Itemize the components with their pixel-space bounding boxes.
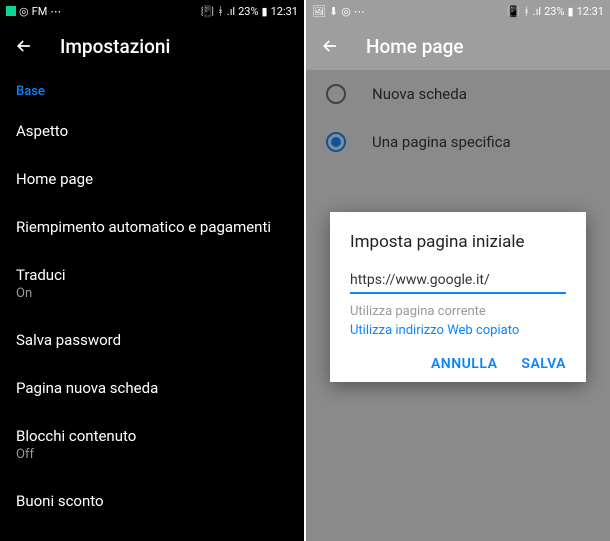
item-nuova-scheda[interactable]: Pagina nuova scheda bbox=[0, 364, 304, 412]
clock: 12:31 bbox=[577, 5, 604, 18]
clock: 12:31 bbox=[271, 5, 298, 18]
battery-pct: 23% bbox=[544, 5, 564, 18]
signal-icon: .ıl bbox=[227, 5, 235, 18]
fm-label: FM bbox=[32, 5, 48, 18]
bt-icon: ᚼ bbox=[523, 5, 530, 18]
cancel-button[interactable]: ANNULLA bbox=[431, 356, 497, 372]
bt-icon: ᚼ bbox=[217, 5, 224, 18]
signal-icon: .ıl bbox=[533, 5, 541, 18]
back-button[interactable] bbox=[318, 34, 342, 58]
homepage-url-input[interactable] bbox=[350, 268, 566, 294]
battery-icon: ▮ bbox=[568, 5, 574, 18]
more-dots: ⋯ bbox=[354, 5, 365, 18]
back-button[interactable] bbox=[12, 34, 36, 58]
use-copied-url[interactable]: Utilizza indirizzo Web copiato bbox=[350, 323, 566, 338]
battery-pct: 23% bbox=[238, 5, 258, 18]
app-bar: Home page bbox=[306, 22, 610, 70]
page-title: Home page bbox=[366, 35, 464, 58]
image-icon: 🖼 bbox=[312, 5, 326, 18]
item-autofill[interactable]: Riempimento automatico e pagamenti bbox=[0, 203, 304, 251]
more-dots: ⋯ bbox=[50, 5, 61, 18]
battery-icon: ▮ bbox=[262, 5, 268, 18]
item-classificazione[interactable]: Classificazione notizie bbox=[0, 525, 304, 541]
item-home-page[interactable]: Home page bbox=[0, 155, 304, 203]
item-aspetto[interactable]: Aspetto bbox=[0, 107, 304, 155]
screen-settings: ◎ FM ⋯ 📳 ᚼ .ıl 23% ▮ 12:31 Impostazioni … bbox=[0, 0, 304, 541]
use-current-page[interactable]: Utilizza pagina corrente bbox=[350, 304, 566, 319]
vibrate-icon: 📳 bbox=[506, 5, 520, 18]
section-header-base: Base bbox=[0, 70, 304, 107]
homepage-dialog: Imposta pagina iniziale Utilizza pagina … bbox=[330, 212, 586, 382]
app-bar: Impostazioni bbox=[0, 22, 304, 70]
radio-icon: ◎ bbox=[19, 5, 29, 18]
download-icon: ⬇ bbox=[329, 5, 338, 18]
item-salva-password[interactable]: Salva password bbox=[0, 316, 304, 364]
item-traduci[interactable]: Traduci On bbox=[0, 251, 304, 316]
radio-icon: ◎ bbox=[341, 5, 351, 18]
save-button[interactable]: SALVA bbox=[521, 356, 566, 372]
screen-homepage: 🖼 ⬇ ◎ ⋯ 📳 ᚼ .ıl 23% ▮ 12:31 Home page Nu… bbox=[306, 0, 610, 541]
status-bar: 🖼 ⬇ ◎ ⋯ 📳 ᚼ .ıl 23% ▮ 12:31 bbox=[306, 0, 610, 22]
sim-icon bbox=[6, 6, 16, 16]
item-buoni-sconto[interactable]: Buoni sconto bbox=[0, 477, 304, 525]
status-bar: ◎ FM ⋯ 📳 ᚼ .ıl 23% ▮ 12:31 bbox=[0, 0, 304, 22]
item-blocchi-contenuto[interactable]: Blocchi contenuto Off bbox=[0, 412, 304, 477]
vibrate-icon: 📳 bbox=[200, 5, 214, 18]
page-title: Impostazioni bbox=[60, 35, 170, 58]
dialog-title: Imposta pagina iniziale bbox=[350, 232, 566, 252]
